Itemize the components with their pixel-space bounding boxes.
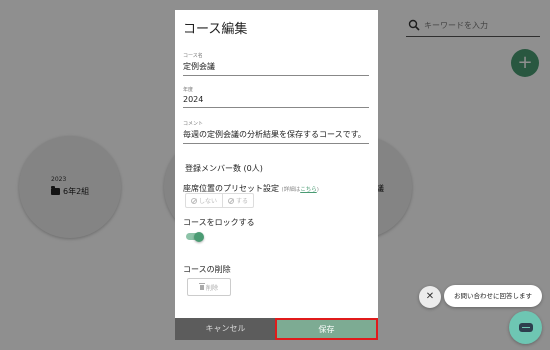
comment-field[interactable]: コメント 毎週の定例会議の分析結果を保存するコースです。 [183, 120, 369, 144]
delete-section-label: コースの削除 [183, 265, 231, 274]
toggle-knob [194, 231, 204, 242]
preset-details-link[interactable]: こちら [300, 187, 317, 193]
course-name-field[interactable]: コース名 定例会議 [183, 52, 369, 76]
preset-label: 座席位置のプリセット設定 [183, 184, 279, 193]
prohibit-icon [191, 197, 197, 204]
preset-on-button[interactable]: する [222, 194, 253, 207]
preset-off-label: しない [199, 198, 218, 205]
save-button[interactable]: 保存 [275, 318, 378, 340]
delete-button[interactable]: 削除 [187, 278, 231, 296]
chat-icon [519, 323, 533, 332]
preset-note: (詳細はこちら) [282, 187, 319, 193]
dialog-title: コース編集 [183, 22, 248, 37]
cancel-button[interactable]: キャンセル [175, 318, 276, 340]
trash-icon [198, 282, 205, 290]
preset-on-label: する [236, 198, 249, 205]
chat-close-button[interactable]: ✕ [419, 286, 441, 308]
course-name-input[interactable]: 定例会議 [183, 59, 369, 75]
preset-off-button[interactable]: しない [186, 194, 222, 207]
course-name-label: コース名 [183, 53, 203, 59]
comment-label: コメント [183, 121, 204, 127]
chat-prompt-bubble[interactable]: お問い合わせに回答します [444, 285, 542, 307]
year-label: 年度 [183, 87, 194, 93]
course-edit-dialog: コース編集 コース名 定例会議 年度 2024 コメント 毎週の定例会議の分析結… [175, 10, 378, 340]
lock-toggle[interactable] [186, 231, 204, 242]
lock-label: コースをロックする [183, 218, 255, 227]
member-count: 登録メンバー数 (0人) [185, 164, 263, 173]
delete-button-label: 削除 [205, 284, 218, 292]
comment-input[interactable]: 毎週の定例会議の分析結果を保存するコースです。 [183, 127, 369, 143]
preset-toggle-group: しない する [185, 193, 255, 208]
preset-note-prefix: (詳細は [281, 187, 301, 193]
year-input[interactable]: 2024 [183, 93, 369, 107]
preset-note-suffix: ) [316, 187, 319, 193]
prohibit-icon [228, 197, 235, 204]
chat-launcher-button[interactable] [509, 311, 542, 344]
year-field[interactable]: 年度 2024 [183, 86, 369, 108]
